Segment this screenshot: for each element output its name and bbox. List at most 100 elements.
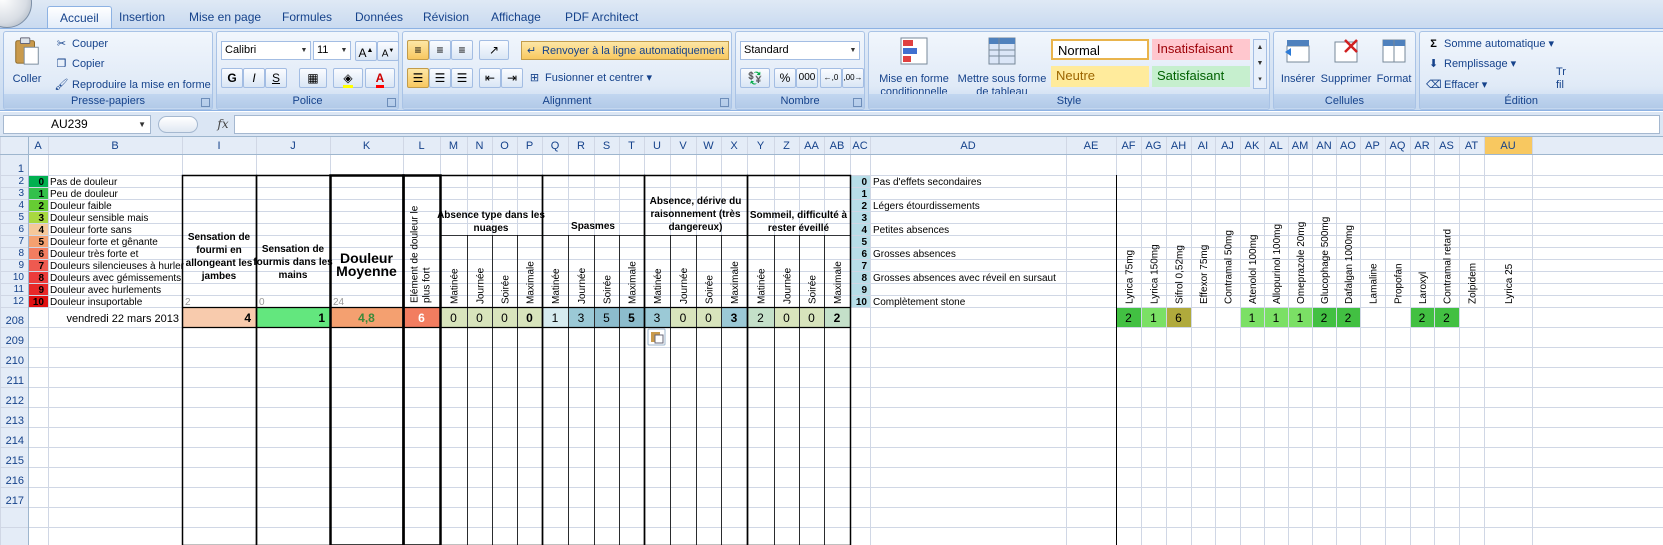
- style-bad[interactable]: Insatisfaisant: [1152, 39, 1250, 60]
- column-header-al[interactable]: AL: [1269, 140, 1282, 152]
- bold-button[interactable]: G: [221, 68, 243, 88]
- column-header-y[interactable]: Y: [757, 140, 765, 152]
- paste-button[interactable]: Coller: [8, 36, 46, 86]
- row-header-8[interactable]: 8: [18, 248, 24, 259]
- column-header-i[interactable]: I: [217, 140, 220, 152]
- tab-revision[interactable]: Révision: [411, 6, 481, 28]
- font-launcher-icon[interactable]: [387, 98, 396, 107]
- row-header-216[interactable]: 216: [6, 475, 24, 487]
- column-header-u[interactable]: U: [653, 140, 661, 152]
- increase-decimal-button[interactable]: ←,0: [820, 68, 842, 88]
- cut-button[interactable]: ✂ Couper: [54, 36, 108, 52]
- column-header-at[interactable]: AT: [1465, 140, 1479, 152]
- column-header-ao[interactable]: AO: [1340, 140, 1356, 152]
- row-header-10[interactable]: 10: [13, 272, 25, 283]
- sort-filter-button[interactable]: Tr fil: [1556, 66, 1566, 92]
- align-left-button[interactable]: ☰: [407, 68, 429, 88]
- decrease-decimal-button[interactable]: ,00→: [842, 68, 864, 88]
- tab-insertion[interactable]: Insertion: [107, 6, 177, 28]
- row-header-9[interactable]: 9: [18, 260, 24, 271]
- column-header-o[interactable]: O: [500, 140, 509, 152]
- column-header-b[interactable]: B: [111, 140, 118, 152]
- worksheet-grid[interactable]: 0 Pas de douleur 1 Peu de douleur 2 Douleur f…: [0, 137, 1663, 545]
- name-box[interactable]: AU239 ▼: [3, 115, 151, 134]
- number-launcher-icon[interactable]: [853, 98, 862, 107]
- format-as-table-button[interactable]: Mettre sous forme de tableau: [955, 36, 1049, 99]
- orientation-button[interactable]: ↗: [479, 40, 509, 60]
- column-header-j[interactable]: J: [290, 140, 296, 152]
- percent-button[interactable]: %: [774, 68, 796, 88]
- tab-affichage[interactable]: Affichage: [479, 6, 553, 28]
- underline-button[interactable]: S: [265, 68, 287, 88]
- tab-pdf-architect[interactable]: PDF Architect: [553, 6, 650, 28]
- column-header-s[interactable]: S: [603, 140, 610, 152]
- column-header-ad[interactable]: AD: [960, 140, 975, 152]
- align-bottom-button[interactable]: ≡: [451, 40, 473, 60]
- column-header-x[interactable]: X: [730, 140, 738, 152]
- column-header-an[interactable]: AN: [1316, 140, 1331, 152]
- row-header-215[interactable]: 215: [6, 455, 24, 467]
- merge-center-button[interactable]: ⊞ Fusionner et centrer ▾: [527, 70, 652, 86]
- shrink-font-button[interactable]: A▼: [377, 41, 399, 61]
- column-header-af[interactable]: AF: [1121, 140, 1135, 152]
- alignment-launcher-icon[interactable]: [720, 98, 729, 107]
- row-header-1[interactable]: 1: [18, 163, 24, 175]
- formula-bar-handle[interactable]: [158, 116, 198, 133]
- borders-button[interactable]: ▦: [299, 68, 327, 88]
- row-header-211[interactable]: 211: [6, 375, 24, 387]
- column-header-ag[interactable]: AG: [1146, 140, 1162, 152]
- column-header-q[interactable]: Q: [551, 140, 560, 152]
- tab-accueil[interactable]: Accueil: [47, 6, 112, 28]
- row-header-4[interactable]: 4: [18, 200, 24, 211]
- align-middle-button[interactable]: ≡: [429, 40, 451, 60]
- insert-function-button[interactable]: fx: [212, 115, 234, 134]
- number-format-combo[interactable]: Standard ▼: [740, 41, 860, 60]
- column-header-a[interactable]: A: [34, 140, 42, 152]
- align-top-button[interactable]: ≡: [407, 40, 429, 60]
- fill-color-button[interactable]: ◈: [333, 68, 363, 88]
- row-header-6[interactable]: 6: [18, 224, 24, 235]
- decrease-indent-button[interactable]: ⇤: [479, 68, 501, 88]
- style-normal[interactable]: Normal: [1051, 39, 1149, 60]
- align-right-button[interactable]: ☰: [451, 68, 473, 88]
- font-size-combo[interactable]: 11 ▼: [313, 41, 351, 60]
- row-header-5[interactable]: 5: [18, 212, 24, 223]
- align-center-button[interactable]: ☰: [429, 68, 451, 88]
- style-gallery-scroll[interactable]: ▲ ▼ ▾: [1253, 39, 1267, 89]
- currency-button[interactable]: 💱: [740, 68, 770, 88]
- column-header-am[interactable]: AM: [1292, 140, 1309, 152]
- column-header-m[interactable]: M: [449, 140, 458, 152]
- row-header-212[interactable]: 212: [6, 395, 24, 407]
- delete-cells-button[interactable]: Supprimer: [1320, 36, 1372, 86]
- office-button[interactable]: [0, 0, 32, 28]
- column-header-r[interactable]: R: [577, 140, 585, 152]
- grow-font-button[interactable]: A▲: [355, 41, 377, 61]
- column-header-t[interactable]: T: [628, 140, 635, 152]
- italic-button[interactable]: I: [243, 68, 265, 88]
- autosum-button[interactable]: Σ Somme automatique ▾: [1426, 36, 1554, 52]
- format-painter-button[interactable]: 🖌 Reproduire la mise en forme: [54, 77, 211, 93]
- column-header-ae[interactable]: AE: [1084, 140, 1099, 152]
- column-header-aq[interactable]: AQ: [1390, 140, 1406, 152]
- column-header-au[interactable]: AU: [1500, 140, 1515, 152]
- row-header-213[interactable]: 213: [6, 415, 24, 427]
- row-header-210[interactable]: 210: [6, 355, 24, 367]
- font-name-combo[interactable]: Calibri ▼: [221, 41, 311, 60]
- style-good[interactable]: Satisfaisant: [1152, 66, 1250, 87]
- wrap-text-button[interactable]: ↵ Renvoyer à la ligne automatiquement: [521, 41, 730, 60]
- tab-mise-en-page[interactable]: Mise en page: [177, 6, 273, 28]
- formula-input[interactable]: [234, 115, 1660, 134]
- row-header-217[interactable]: 217: [6, 495, 24, 507]
- column-header-as[interactable]: AS: [1439, 140, 1454, 152]
- conditional-format-button[interactable]: Mise en forme conditionnelle: [873, 36, 955, 99]
- column-header-ai[interactable]: AI: [1198, 140, 1208, 152]
- column-header-p[interactable]: P: [526, 140, 533, 152]
- row-header-7[interactable]: 7: [18, 236, 24, 247]
- row-header-2[interactable]: 2: [18, 176, 24, 187]
- format-cells-button[interactable]: Format: [1374, 36, 1414, 86]
- column-header-ac[interactable]: AC: [852, 140, 867, 152]
- insert-cells-button[interactable]: Insérer: [1278, 36, 1318, 86]
- style-neutral[interactable]: Neutre: [1051, 66, 1149, 87]
- row-header-214[interactable]: 214: [6, 435, 24, 447]
- column-header-aj[interactable]: AJ: [1221, 140, 1234, 152]
